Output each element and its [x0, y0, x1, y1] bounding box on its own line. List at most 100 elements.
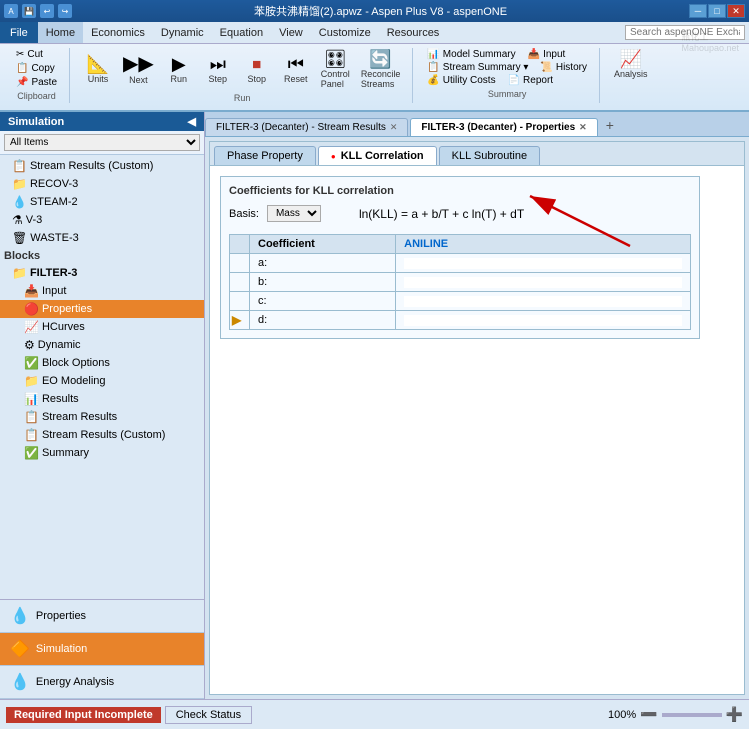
active-row-arrow-icon: ▶ [230, 311, 250, 330]
tree-item-stream-results[interactable]: 📋 Stream Results [0, 408, 204, 426]
units-button[interactable]: 📐 Units [80, 53, 116, 86]
summary-label: Summary [423, 89, 591, 99]
tree-item-block-options[interactable]: ✅ Block Options [0, 354, 204, 372]
analysis-button[interactable]: 📈 Analysis [610, 48, 652, 81]
tree-item-summary[interactable]: ✅ Summary [0, 444, 204, 462]
menu-customize[interactable]: Customize [311, 22, 379, 43]
search-input[interactable] [625, 25, 745, 40]
model-summary-button[interactable]: 📊Model Summary [423, 48, 519, 61]
tree-item-results[interactable]: 📊 Results [0, 390, 204, 408]
menu-dynamic[interactable]: Dynamic [153, 22, 212, 43]
tree-item-eo-modeling[interactable]: 📁 EO Modeling [0, 372, 204, 390]
utility-costs-button[interactable]: 💰Utility Costs [423, 74, 499, 87]
report-button[interactable]: 📄Report [504, 74, 557, 87]
v3-icon: ⚗ [12, 213, 23, 227]
sidebar-title: Simulation [8, 116, 64, 128]
nav-properties[interactable]: 💧 Properties [0, 600, 204, 633]
status-zoom: 100% ➖ ➕ [608, 706, 743, 723]
tree-item-waste3[interactable]: 🗑 WASTE-3 [0, 229, 204, 247]
inner-tab-kll-subroutine[interactable]: KLL Subroutine [439, 146, 540, 165]
stream-summary-button[interactable]: 📋Stream Summary ▾ [423, 61, 532, 74]
inner-tab-phase-property[interactable]: Phase Property [214, 146, 316, 165]
menu-file[interactable]: File [0, 22, 38, 43]
sidebar-filter-select[interactable]: All Items Blocks Streams [4, 134, 200, 151]
main-area: Simulation ◀ All Items Blocks Streams 📋 … [0, 112, 749, 699]
maximize-button[interactable]: □ [708, 4, 726, 18]
sidebar-tree: 📋 Stream Results (Custom) 📁 RECOV-3 💧 ST… [0, 155, 204, 599]
properties-nav-icon: 💧 [10, 606, 30, 626]
kll-correlation-label: KLL Correlation [341, 150, 424, 162]
inner-tabs: Phase Property ● KLL Correlation KLL Sub… [210, 142, 744, 166]
nav-simulation[interactable]: 🔶 Simulation [0, 633, 204, 666]
stop-button[interactable]: ⏹ Stop [239, 53, 275, 86]
save-icon: 💾 [22, 4, 36, 18]
hcurves-icon: 📈 [24, 320, 39, 334]
check-status-button[interactable]: Check Status [165, 706, 252, 724]
nav-energy-analysis[interactable]: 💧 Energy Analysis [0, 666, 204, 699]
undo-icon: ↩ [40, 4, 54, 18]
tab-stream-results[interactable]: FILTER-3 (Decanter) - Stream Results ✕ [205, 118, 408, 136]
coeff-b-label: b: [250, 273, 396, 292]
minimize-button[interactable]: ─ [689, 4, 707, 18]
menu-view[interactable]: View [271, 22, 311, 43]
cut-button[interactable]: ✂Cut [12, 48, 61, 61]
reconcile-streams-button[interactable]: 🔄 ReconcileStreams [357, 48, 405, 91]
coeff-d-label: d: [250, 311, 396, 330]
coeff-d-value[interactable] [396, 311, 691, 330]
menu-home[interactable]: Home [38, 22, 83, 43]
reset-button[interactable]: ⏮ Reset [278, 53, 314, 86]
menu-equation[interactable]: Equation [212, 22, 271, 43]
kll-subroutine-label: KLL Subroutine [452, 150, 527, 162]
tab-add-button[interactable]: + [600, 114, 620, 136]
zoom-slider[interactable] [662, 713, 722, 717]
stream-results-custom2-icon: 📋 [24, 428, 39, 442]
coefficients-box: Coefficients for KLL correlation Basis: … [220, 176, 700, 339]
sidebar-header: Simulation ◀ [0, 112, 204, 131]
history-button[interactable]: 📜History [536, 61, 591, 74]
zoom-in-button[interactable]: ➕ [726, 706, 743, 723]
tab-properties-label: FILTER-3 (Decanter) - Properties [421, 122, 575, 133]
coeff-b-value[interactable] [396, 273, 691, 292]
ribbon-group-clipboard: ✂Cut 📋Copy 📌Paste Clipboard [4, 48, 70, 103]
control-panel-button[interactable]: 🎛 ControlPanel [317, 48, 354, 91]
paste-button[interactable]: 📌Paste [12, 76, 61, 89]
coeff-a-label: a: [250, 254, 396, 273]
tree-item-input[interactable]: 📥 Input [0, 282, 204, 300]
tab-properties-close[interactable]: ✕ [579, 122, 587, 133]
next-button[interactable]: ▶▶ Next [119, 52, 158, 87]
kll-dot-icon: ● [331, 152, 336, 161]
tree-item-stream-results-custom[interactable]: 📋 Stream Results (Custom) [0, 157, 204, 175]
tree-item-hcurves[interactable]: 📈 HCurves [0, 318, 204, 336]
clipboard-label: Clipboard [17, 91, 56, 101]
tree-item-dynamic[interactable]: ⚙ Dynamic [0, 336, 204, 354]
menu-economics[interactable]: Economics [83, 22, 153, 43]
coeff-a-value[interactable] [396, 254, 691, 273]
equation-text: ln(KLL) = a + b/T + c ln(T) + dT [359, 207, 524, 221]
tree-item-v3[interactable]: ⚗ V-3 [0, 211, 204, 229]
tab-properties[interactable]: FILTER-3 (Decanter) - Properties ✕ [410, 118, 597, 136]
tree-item-filter3[interactable]: 📁 FILTER-3 [0, 264, 204, 282]
properties-icon: 🔴 [24, 302, 39, 316]
tree-item-steam2[interactable]: 💧 STEAM-2 [0, 193, 204, 211]
stream-results-custom-icon: 📋 [12, 159, 27, 173]
step-button[interactable]: ⏭ Step [200, 53, 236, 86]
coeff-c-label: c: [250, 292, 396, 311]
kll-content: Coefficients for KLL correlation Basis: … [210, 166, 744, 694]
tree-item-recov3[interactable]: 📁 RECOV-3 [0, 175, 204, 193]
coeff-c-value[interactable] [396, 292, 691, 311]
copy-button[interactable]: 📋Copy [12, 62, 61, 75]
run-button[interactable]: ▶ Run [161, 53, 197, 86]
tab-stream-results-close[interactable]: ✕ [390, 122, 398, 133]
recov3-icon: 📁 [12, 177, 27, 191]
input-button[interactable]: 📥Input [524, 48, 570, 61]
sidebar-collapse-icon[interactable]: ◀ [188, 115, 196, 128]
steam2-icon: 💧 [12, 195, 27, 209]
close-button[interactable]: ✕ [727, 4, 745, 18]
inner-tab-kll-correlation[interactable]: ● KLL Correlation [318, 146, 437, 165]
tree-item-properties[interactable]: 🔴 Properties [0, 300, 204, 318]
menu-resources[interactable]: Resources [379, 22, 448, 43]
basis-select[interactable]: Mass Mole [267, 205, 321, 222]
zoom-out-button[interactable]: ➖ [640, 706, 657, 723]
tree-item-stream-results-custom2[interactable]: 📋 Stream Results (Custom) [0, 426, 204, 444]
menu-bar: File Home Economics Dynamic Equation Vie… [0, 22, 749, 44]
